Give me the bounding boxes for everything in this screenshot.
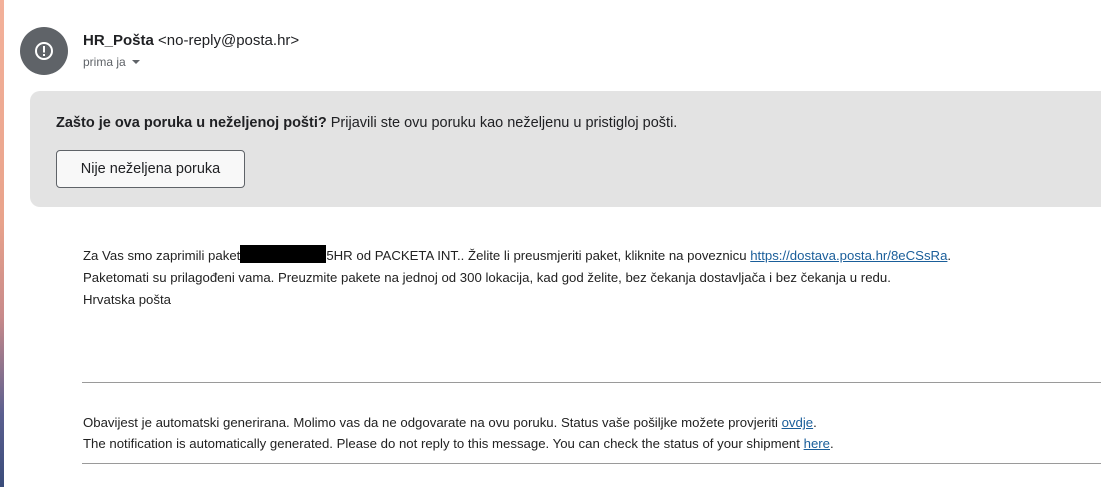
exclamation-circle-icon xyxy=(35,42,53,60)
message-body: Za Vas smo zaprimili paket 5HR od PACKETA… xyxy=(83,245,1101,311)
message-line-2: Paketomati su prilagođeni vama. Preuzmit… xyxy=(83,270,891,285)
window-edge xyxy=(0,0,4,487)
status-link-en[interactable]: here xyxy=(804,436,830,451)
message-footer: Obavijest je automatski generirana. Moli… xyxy=(83,412,834,454)
redirect-package-link[interactable]: https://dostava.posta.hr/8eCSsRa xyxy=(750,248,947,263)
recipient-label: prima ja xyxy=(83,55,126,69)
footer-line-hr: Obavijest je automatski generirana. Moli… xyxy=(83,412,834,433)
recipient-details-toggle[interactable]: prima ja xyxy=(83,55,299,69)
warning-avatar-icon xyxy=(20,27,68,75)
message-line-1: Za Vas smo zaprimili paket 5HR od PACKETA… xyxy=(83,245,1101,267)
spam-warning-banner: Zašto je ova poruka u neželjenoj pošti? … xyxy=(30,91,1101,207)
message-line-1-end: . xyxy=(947,248,952,263)
message-text-middle: 5HR od PACKETA INT.. Želite li preusmjer… xyxy=(326,248,751,263)
not-spam-button[interactable]: Nije neželjena poruka xyxy=(56,150,245,188)
divider-top xyxy=(82,382,1101,383)
spam-explanation: Prijavili ste ovu poruku kao neželjenu u… xyxy=(326,115,678,131)
divider-bottom xyxy=(82,463,1101,464)
message-signature: Hrvatska pošta xyxy=(83,292,171,307)
footer-text-en: The notification is automatically genera… xyxy=(83,436,804,451)
spam-question: Zašto je ova poruka u neželjenoj pošti? xyxy=(56,115,327,131)
footer-end-hr: . xyxy=(813,415,817,430)
sender-email: <no-reply@posta.hr> xyxy=(158,32,300,49)
sender-header: HR_Pošta <no-reply@posta.hr> prima ja xyxy=(20,27,299,77)
sender-name: HR_Pošta xyxy=(83,32,154,49)
redaction-bar xyxy=(240,245,327,263)
footer-end-en: . xyxy=(830,436,834,451)
spam-reason-text: Zašto je ova poruka u neželjenoj pošti? … xyxy=(56,115,677,131)
footer-line-en: The notification is automatically genera… xyxy=(83,433,834,454)
footer-text-hr: Obavijest je automatski generirana. Moli… xyxy=(83,415,782,430)
chevron-down-icon[interactable] xyxy=(131,60,140,64)
message-text-start: Za Vas smo zaprimili paket xyxy=(83,248,241,263)
status-link-hr[interactable]: ovdje xyxy=(782,415,814,430)
sender-line: HR_Pošta <no-reply@posta.hr> xyxy=(83,32,299,49)
